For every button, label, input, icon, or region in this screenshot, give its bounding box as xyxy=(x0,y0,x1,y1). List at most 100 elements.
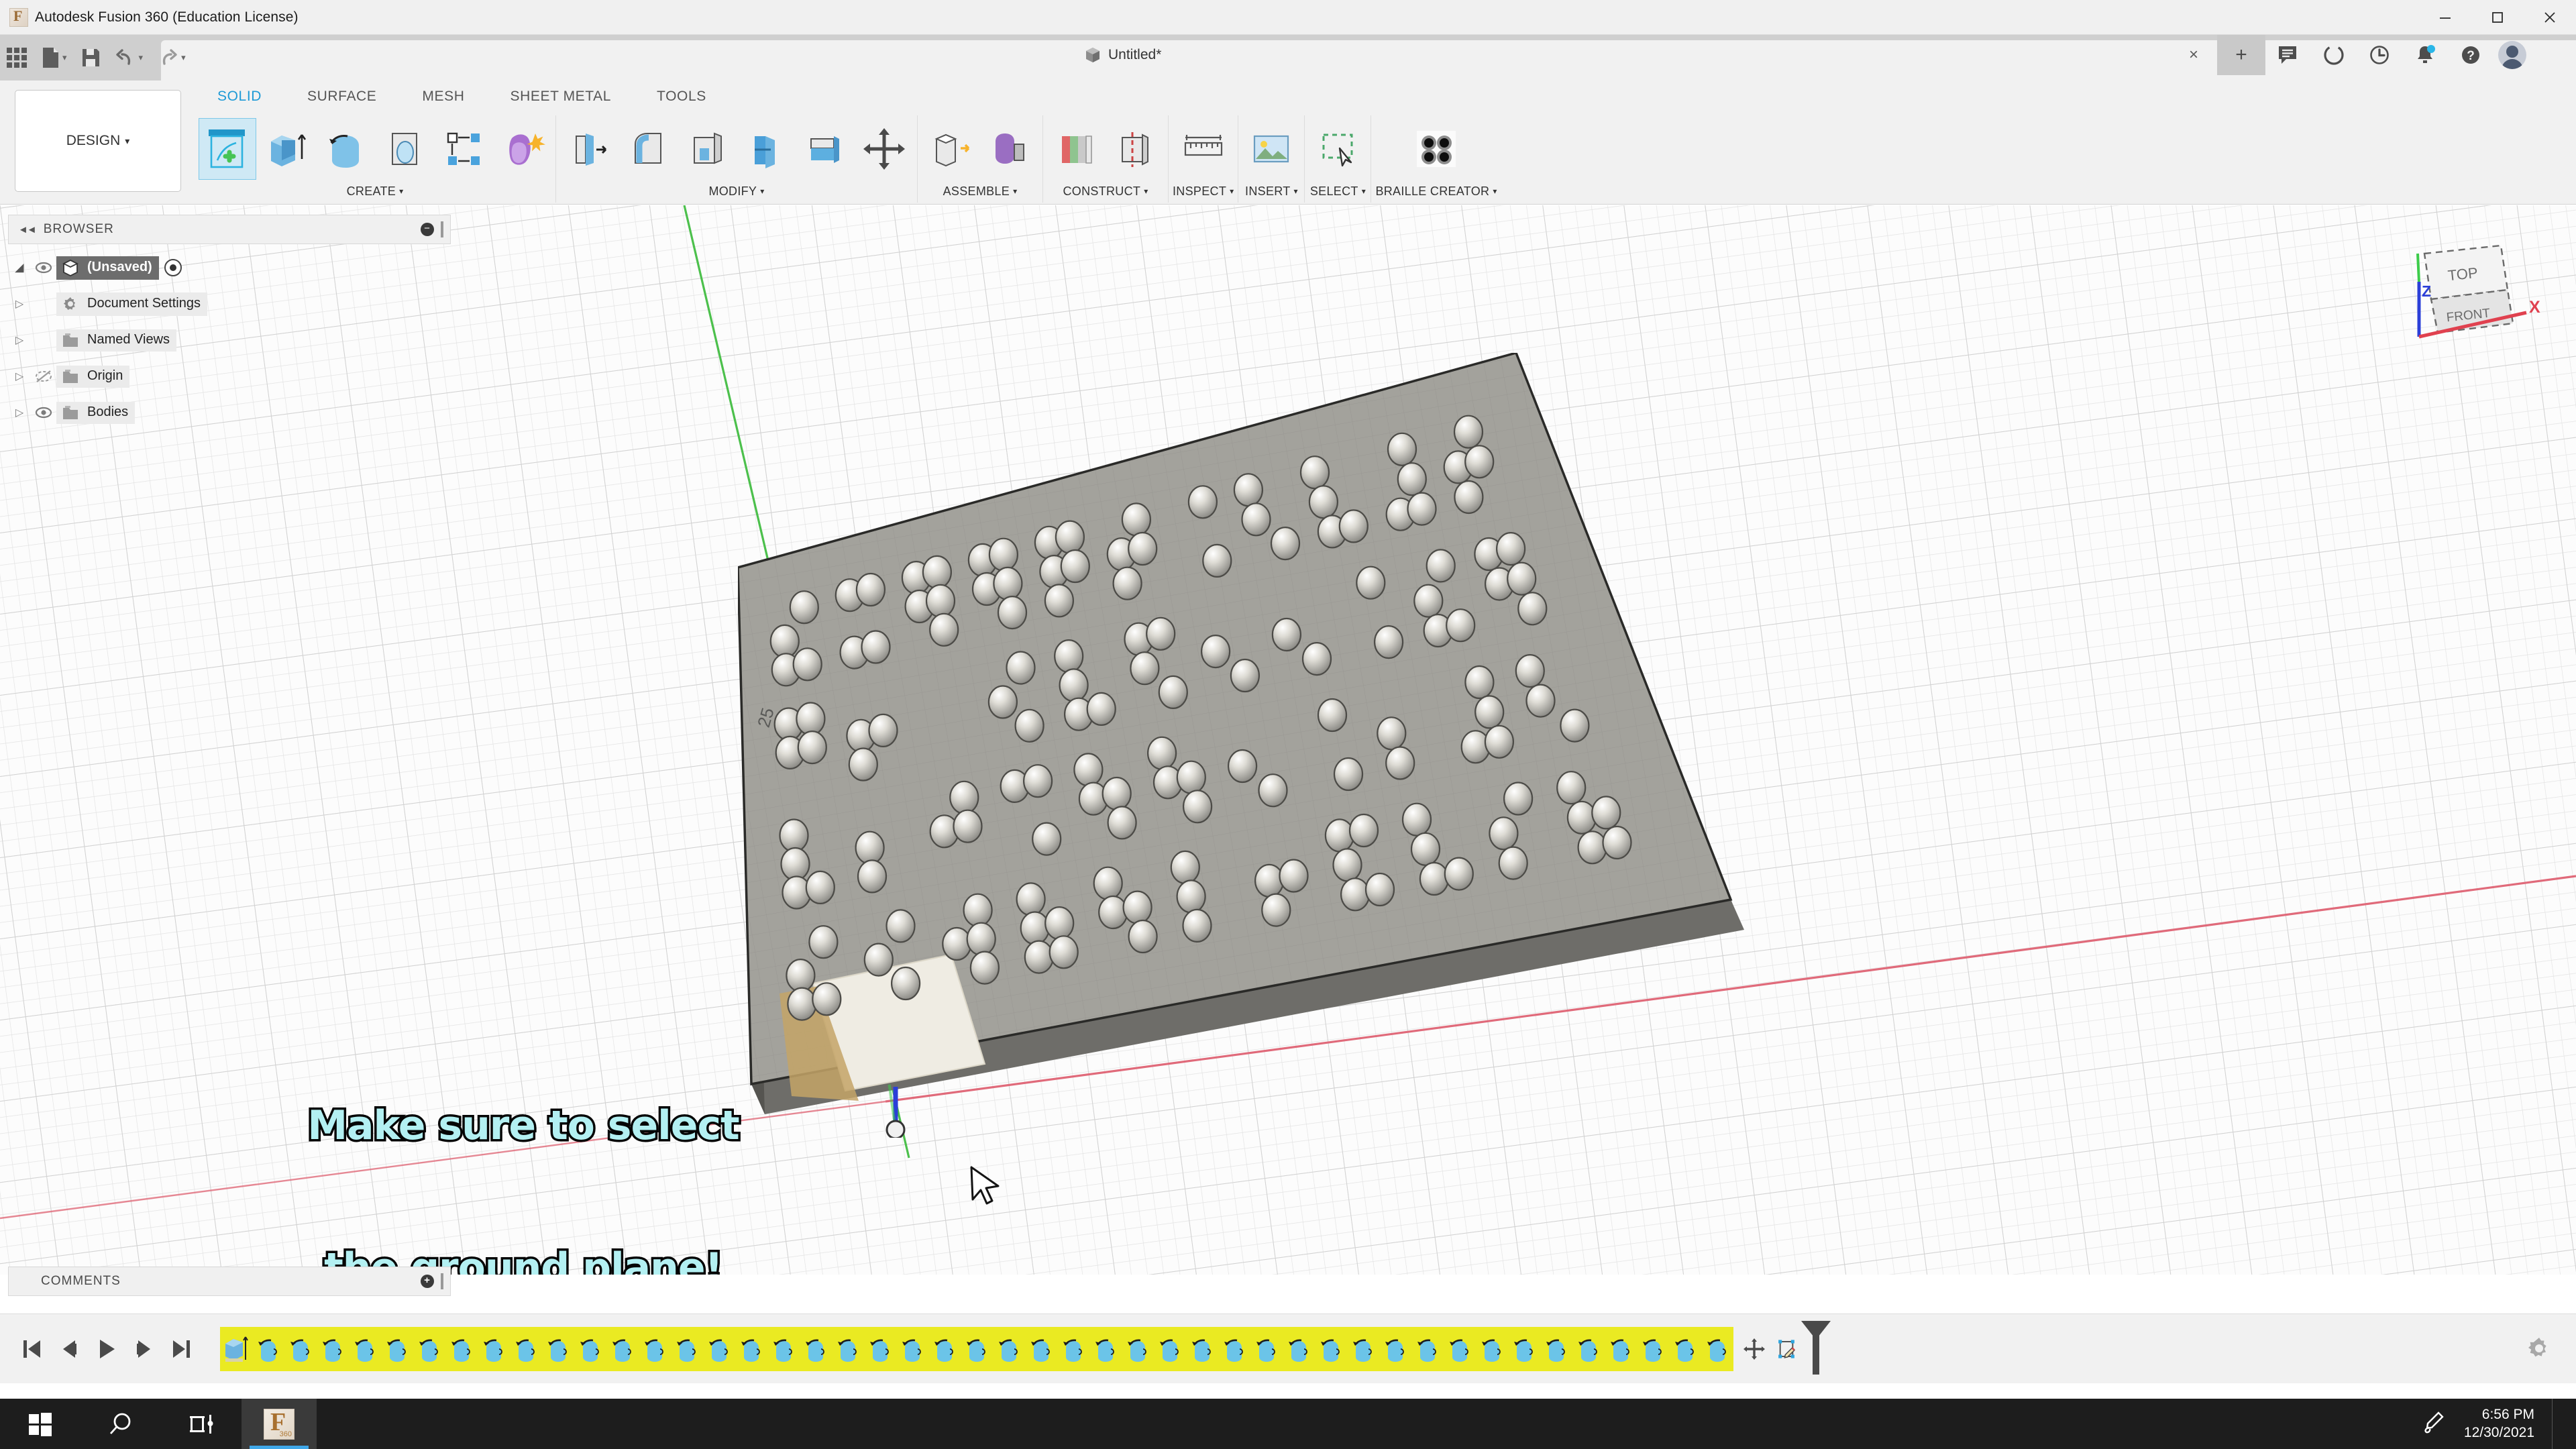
draft-button[interactable] xyxy=(737,118,795,180)
braille-dot[interactable] xyxy=(1397,462,1427,496)
braille-dot[interactable] xyxy=(1032,822,1062,856)
timeline-feature-revolve[interactable] xyxy=(1089,1328,1122,1370)
expand-arrow-icon[interactable]: ▷ xyxy=(8,333,31,347)
braille-dot[interactable] xyxy=(1385,746,1415,780)
braille-dot[interactable] xyxy=(808,925,839,959)
braille-dot[interactable] xyxy=(1387,432,1417,466)
timeline-feature-revolve[interactable] xyxy=(1025,1328,1057,1370)
braille-dot[interactable] xyxy=(922,555,952,589)
braille-dot[interactable] xyxy=(1373,625,1404,659)
tab-solid[interactable]: SOLID xyxy=(195,85,284,109)
braille-dot[interactable] xyxy=(1270,527,1301,561)
task-view-icon[interactable] xyxy=(161,1399,241,1449)
expand-arrow-icon[interactable]: ◢ xyxy=(8,261,31,274)
timeline-feature-revolve[interactable] xyxy=(1572,1328,1605,1370)
braille-dot[interactable] xyxy=(812,982,842,1016)
expand-arrow-icon[interactable]: ▷ xyxy=(8,297,31,311)
ribbon-group-create-label[interactable]: CREATE ▾ xyxy=(347,180,404,203)
ribbon-group-modify-label[interactable]: MODIFY ▾ xyxy=(708,180,764,203)
braille-dot[interactable] xyxy=(1453,415,1484,449)
timeline-feature-revolve[interactable] xyxy=(928,1328,961,1370)
braille-dot[interactable] xyxy=(1503,782,1534,816)
timeline-feature-extrude[interactable] xyxy=(220,1328,252,1370)
timeline-feature-revolve[interactable] xyxy=(1637,1328,1669,1370)
timeline-feature-revolve[interactable] xyxy=(478,1328,510,1370)
measure-button[interactable] xyxy=(1175,118,1232,180)
braille-dot[interactable] xyxy=(953,809,983,843)
braille-dot[interactable] xyxy=(1340,877,1371,912)
braille-dot[interactable] xyxy=(1299,455,1330,490)
braille-dot[interactable] xyxy=(863,943,894,977)
timeline-feature-revolve[interactable] xyxy=(864,1328,896,1370)
braille-dot[interactable] xyxy=(1055,520,1085,554)
braille-dot[interactable] xyxy=(848,747,878,782)
braille-dot[interactable] xyxy=(942,926,972,961)
show-desktop-button[interactable] xyxy=(2552,1399,2559,1449)
timeline-feature-revolve[interactable] xyxy=(1057,1328,1089,1370)
offset-plane-button[interactable] xyxy=(1047,118,1105,180)
timeline-settings-gear-icon[interactable] xyxy=(2525,1334,2553,1366)
new-document-tab-button[interactable]: + xyxy=(2217,35,2265,75)
braille-dot[interactable] xyxy=(1577,830,1607,865)
timeline-go-start-button[interactable] xyxy=(20,1336,43,1362)
timeline-feature-track[interactable] xyxy=(220,1326,1733,1371)
tab-sheet-metal[interactable]: SHEET METAL xyxy=(488,85,635,109)
braille-dot[interactable] xyxy=(1474,695,1505,729)
braille-plate-body[interactable]: 25 xyxy=(738,353,1945,1185)
braille-dot[interactable] xyxy=(1324,818,1355,853)
timeline-feature-revolve[interactable] xyxy=(1669,1328,1701,1370)
braille-dot[interactable] xyxy=(1200,635,1231,669)
axis-button[interactable] xyxy=(1106,118,1164,180)
braille-dot[interactable] xyxy=(1073,753,1104,787)
braille-dot[interactable] xyxy=(1054,639,1084,674)
braille-dot[interactable] xyxy=(1317,698,1348,733)
braille-dot[interactable] xyxy=(925,584,956,618)
sidebar-item-origin[interactable]: ▷ Origin xyxy=(8,358,451,394)
start-button[interactable] xyxy=(0,1399,80,1449)
braille-dot[interactable] xyxy=(1507,561,1537,596)
timeline-feature-revolve[interactable] xyxy=(284,1328,317,1370)
timeline-feature-revolve[interactable] xyxy=(1540,1328,1572,1370)
braille-dot[interactable] xyxy=(1107,806,1137,840)
timeline-edit-sketch-icon[interactable] xyxy=(1775,1336,1798,1362)
new-component-button[interactable] xyxy=(922,118,979,180)
comments-resize-grip[interactable] xyxy=(441,1273,443,1289)
eye-icon[interactable] xyxy=(31,406,56,419)
timeline-feature-revolve[interactable] xyxy=(639,1328,671,1370)
timeline-feature-revolve[interactable] xyxy=(1605,1328,1637,1370)
braille-dot[interactable] xyxy=(1407,492,1437,526)
braille-dot[interactable] xyxy=(1128,531,1158,566)
browser-resize-grip[interactable] xyxy=(441,221,443,237)
timeline-feature-revolve[interactable] xyxy=(606,1328,639,1370)
braille-dot[interactable] xyxy=(1049,935,1079,969)
timeline-feature-revolve[interactable] xyxy=(1283,1328,1315,1370)
braille-dot[interactable] xyxy=(1014,708,1044,743)
notifications-icon[interactable] xyxy=(2404,35,2446,75)
timeline-playhead-marker[interactable] xyxy=(1801,1320,1831,1375)
braille-dot[interactable] xyxy=(1356,566,1386,600)
braille-dot[interactable] xyxy=(1146,736,1177,770)
help-icon[interactable]: ? xyxy=(2450,35,2491,75)
press-pull-button[interactable] xyxy=(560,118,618,180)
braille-dot[interactable] xyxy=(1182,790,1213,824)
joint-button[interactable] xyxy=(981,118,1038,180)
braille-dot[interactable] xyxy=(1258,773,1288,808)
add-comment-button[interactable]: + xyxy=(421,1275,434,1288)
pen-icon[interactable] xyxy=(2421,1409,2447,1438)
timeline-feature-revolve[interactable] xyxy=(1218,1328,1250,1370)
braille-dot[interactable] xyxy=(1301,642,1332,676)
braille-dot[interactable] xyxy=(1515,654,1545,688)
timeline-feature-revolve[interactable] xyxy=(1347,1328,1379,1370)
minimize-button[interactable] xyxy=(2419,0,2471,35)
braille-dot[interactable] xyxy=(1044,584,1074,618)
timeline-feature-revolve[interactable] xyxy=(381,1328,413,1370)
braille-dot[interactable] xyxy=(1176,760,1206,794)
timeline-feature-revolve[interactable] xyxy=(1476,1328,1508,1370)
timeline-feature-revolve[interactable] xyxy=(413,1328,445,1370)
braille-dot[interactable] xyxy=(797,730,827,765)
braille-dot[interactable] xyxy=(1517,592,1548,626)
braille-dot[interactable] xyxy=(1364,872,1395,907)
braille-dot[interactable] xyxy=(891,966,921,1001)
timeline-feature-revolve[interactable] xyxy=(767,1328,800,1370)
braille-dot[interactable] xyxy=(1016,882,1046,916)
